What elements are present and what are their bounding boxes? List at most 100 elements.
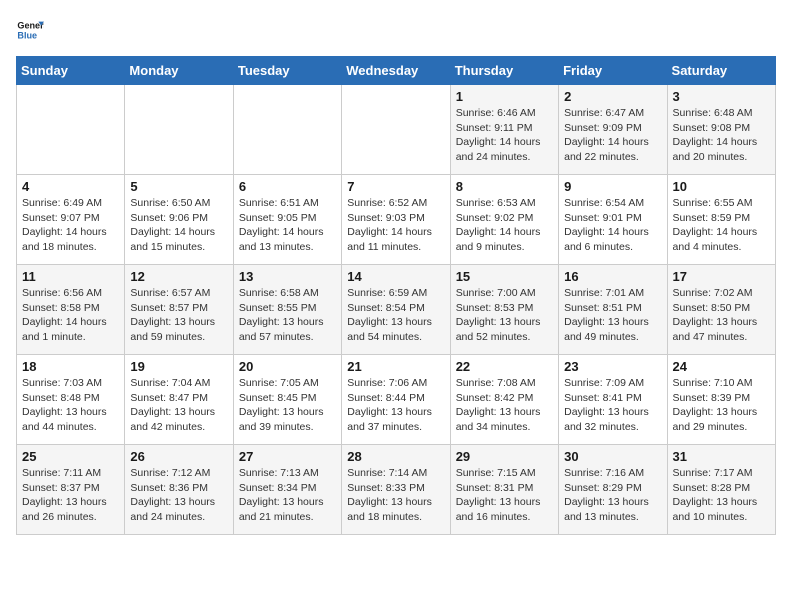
calendar-cell <box>125 85 233 175</box>
calendar-cell: 4 Sunrise: 6:49 AM Sunset: 9:07 PM Daylig… <box>17 175 125 265</box>
day-number: 20 <box>239 359 336 374</box>
day-number: 7 <box>347 179 444 194</box>
calendar-cell: 15 Sunrise: 7:00 AM Sunset: 8:53 PM Dayli… <box>450 265 558 355</box>
day-info: Sunrise: 6:51 AM Sunset: 9:05 PM Dayligh… <box>239 196 336 255</box>
week-row-2: 4 Sunrise: 6:49 AM Sunset: 9:07 PM Daylig… <box>17 175 776 265</box>
day-info: Sunrise: 7:09 AM Sunset: 8:41 PM Dayligh… <box>564 376 661 435</box>
calendar-cell: 28 Sunrise: 7:14 AM Sunset: 8:33 PM Dayli… <box>342 445 450 535</box>
day-info: Sunrise: 6:56 AM Sunset: 8:58 PM Dayligh… <box>22 286 119 345</box>
day-info: Sunrise: 6:54 AM Sunset: 9:01 PM Dayligh… <box>564 196 661 255</box>
day-number: 27 <box>239 449 336 464</box>
day-info: Sunrise: 7:01 AM Sunset: 8:51 PM Dayligh… <box>564 286 661 345</box>
day-info: Sunrise: 6:47 AM Sunset: 9:09 PM Dayligh… <box>564 106 661 165</box>
calendar-cell: 3 Sunrise: 6:48 AM Sunset: 9:08 PM Daylig… <box>667 85 775 175</box>
day-info: Sunrise: 7:00 AM Sunset: 8:53 PM Dayligh… <box>456 286 553 345</box>
calendar-cell: 31 Sunrise: 7:17 AM Sunset: 8:28 PM Dayli… <box>667 445 775 535</box>
day-info: Sunrise: 7:14 AM Sunset: 8:33 PM Dayligh… <box>347 466 444 525</box>
calendar-cell: 25 Sunrise: 7:11 AM Sunset: 8:37 PM Dayli… <box>17 445 125 535</box>
day-number: 29 <box>456 449 553 464</box>
day-number: 19 <box>130 359 227 374</box>
day-info: Sunrise: 6:48 AM Sunset: 9:08 PM Dayligh… <box>673 106 770 165</box>
header-row: SundayMondayTuesdayWednesdayThursdayFrid… <box>17 57 776 85</box>
svg-text:Blue: Blue <box>17 30 37 40</box>
week-row-5: 25 Sunrise: 7:11 AM Sunset: 8:37 PM Dayli… <box>17 445 776 535</box>
calendar-cell: 2 Sunrise: 6:47 AM Sunset: 9:09 PM Daylig… <box>559 85 667 175</box>
day-info: Sunrise: 7:10 AM Sunset: 8:39 PM Dayligh… <box>673 376 770 435</box>
day-number: 8 <box>456 179 553 194</box>
day-number: 2 <box>564 89 661 104</box>
day-header-sunday: Sunday <box>17 57 125 85</box>
calendar-cell: 9 Sunrise: 6:54 AM Sunset: 9:01 PM Daylig… <box>559 175 667 265</box>
calendar-cell: 19Sunrise: 7:04 AM Sunset: 8:47 PM Dayli… <box>125 355 233 445</box>
day-info: Sunrise: 6:46 AM Sunset: 9:11 PM Dayligh… <box>456 106 553 165</box>
calendar-cell: 27 Sunrise: 7:13 AM Sunset: 8:34 PM Dayli… <box>233 445 341 535</box>
calendar-cell <box>233 85 341 175</box>
day-number: 24 <box>673 359 770 374</box>
calendar-cell: 29 Sunrise: 7:15 AM Sunset: 8:31 PM Dayli… <box>450 445 558 535</box>
calendar-cell: 30Sunrise: 7:16 AM Sunset: 8:29 PM Dayli… <box>559 445 667 535</box>
day-info: Sunrise: 7:08 AM Sunset: 8:42 PM Dayligh… <box>456 376 553 435</box>
day-header-monday: Monday <box>125 57 233 85</box>
calendar-cell: 11 Sunrise: 6:56 AM Sunset: 8:58 PM Dayli… <box>17 265 125 355</box>
day-info: Sunrise: 6:53 AM Sunset: 9:02 PM Dayligh… <box>456 196 553 255</box>
calendar-cell: 20 Sunrise: 7:05 AM Sunset: 8:45 PM Dayli… <box>233 355 341 445</box>
day-number: 28 <box>347 449 444 464</box>
calendar-cell: 14 Sunrise: 6:59 AM Sunset: 8:54 PM Dayli… <box>342 265 450 355</box>
day-number: 26 <box>130 449 227 464</box>
day-info: Sunrise: 7:13 AM Sunset: 8:34 PM Dayligh… <box>239 466 336 525</box>
calendar-cell: 6 Sunrise: 6:51 AM Sunset: 9:05 PM Daylig… <box>233 175 341 265</box>
day-info: Sunrise: 6:55 AM Sunset: 8:59 PM Dayligh… <box>673 196 770 255</box>
day-number: 9 <box>564 179 661 194</box>
day-number: 4 <box>22 179 119 194</box>
day-info: Sunrise: 7:02 AM Sunset: 8:50 PM Dayligh… <box>673 286 770 345</box>
calendar-cell: 18Sunrise: 7:03 AM Sunset: 8:48 PM Dayli… <box>17 355 125 445</box>
day-header-saturday: Saturday <box>667 57 775 85</box>
day-info: Sunrise: 6:50 AM Sunset: 9:06 PM Dayligh… <box>130 196 227 255</box>
calendar-cell: 21 Sunrise: 7:06 AM Sunset: 8:44 PM Dayli… <box>342 355 450 445</box>
day-info: Sunrise: 6:49 AM Sunset: 9:07 PM Dayligh… <box>22 196 119 255</box>
calendar-header: SundayMondayTuesdayWednesdayThursdayFrid… <box>17 57 776 85</box>
day-info: Sunrise: 7:11 AM Sunset: 8:37 PM Dayligh… <box>22 466 119 525</box>
day-info: Sunrise: 7:17 AM Sunset: 8:28 PM Dayligh… <box>673 466 770 525</box>
calendar-cell: 10 Sunrise: 6:55 AM Sunset: 8:59 PM Dayli… <box>667 175 775 265</box>
day-info: Sunrise: 6:57 AM Sunset: 8:57 PM Dayligh… <box>130 286 227 345</box>
day-number: 10 <box>673 179 770 194</box>
logo: General Blue <box>16 16 44 44</box>
day-number: 16 <box>564 269 661 284</box>
week-row-4: 18Sunrise: 7:03 AM Sunset: 8:48 PM Dayli… <box>17 355 776 445</box>
day-info: Sunrise: 7:06 AM Sunset: 8:44 PM Dayligh… <box>347 376 444 435</box>
calendar-body: 1 Sunrise: 6:46 AM Sunset: 9:11 PM Daylig… <box>17 85 776 535</box>
calendar-table: SundayMondayTuesdayWednesdayThursdayFrid… <box>16 56 776 535</box>
day-number: 1 <box>456 89 553 104</box>
day-info: Sunrise: 7:03 AM Sunset: 8:48 PM Dayligh… <box>22 376 119 435</box>
calendar-cell: 5Sunrise: 6:50 AM Sunset: 9:06 PM Daylig… <box>125 175 233 265</box>
logo-icon: General Blue <box>16 16 44 44</box>
calendar-cell: 26Sunrise: 7:12 AM Sunset: 8:36 PM Dayli… <box>125 445 233 535</box>
calendar-cell <box>17 85 125 175</box>
calendar-cell: 22 Sunrise: 7:08 AM Sunset: 8:42 PM Dayli… <box>450 355 558 445</box>
day-info: Sunrise: 7:16 AM Sunset: 8:29 PM Dayligh… <box>564 466 661 525</box>
calendar-cell: 12 Sunrise: 6:57 AM Sunset: 8:57 PM Dayli… <box>125 265 233 355</box>
day-info: Sunrise: 7:05 AM Sunset: 8:45 PM Dayligh… <box>239 376 336 435</box>
day-number: 3 <box>673 89 770 104</box>
day-info: Sunrise: 7:15 AM Sunset: 8:31 PM Dayligh… <box>456 466 553 525</box>
calendar-cell <box>342 85 450 175</box>
day-header-friday: Friday <box>559 57 667 85</box>
day-number: 22 <box>456 359 553 374</box>
calendar-cell: 17Sunrise: 7:02 AM Sunset: 8:50 PM Dayli… <box>667 265 775 355</box>
day-info: Sunrise: 6:59 AM Sunset: 8:54 PM Dayligh… <box>347 286 444 345</box>
day-number: 15 <box>456 269 553 284</box>
day-number: 6 <box>239 179 336 194</box>
calendar-cell: 8 Sunrise: 6:53 AM Sunset: 9:02 PM Daylig… <box>450 175 558 265</box>
day-number: 11 <box>22 269 119 284</box>
calendar-cell: 13Sunrise: 6:58 AM Sunset: 8:55 PM Dayli… <box>233 265 341 355</box>
day-number: 31 <box>673 449 770 464</box>
day-header-tuesday: Tuesday <box>233 57 341 85</box>
calendar-cell: 1 Sunrise: 6:46 AM Sunset: 9:11 PM Daylig… <box>450 85 558 175</box>
day-number: 12 <box>130 269 227 284</box>
day-number: 14 <box>347 269 444 284</box>
day-header-wednesday: Wednesday <box>342 57 450 85</box>
day-number: 21 <box>347 359 444 374</box>
week-row-1: 1 Sunrise: 6:46 AM Sunset: 9:11 PM Daylig… <box>17 85 776 175</box>
day-number: 25 <box>22 449 119 464</box>
